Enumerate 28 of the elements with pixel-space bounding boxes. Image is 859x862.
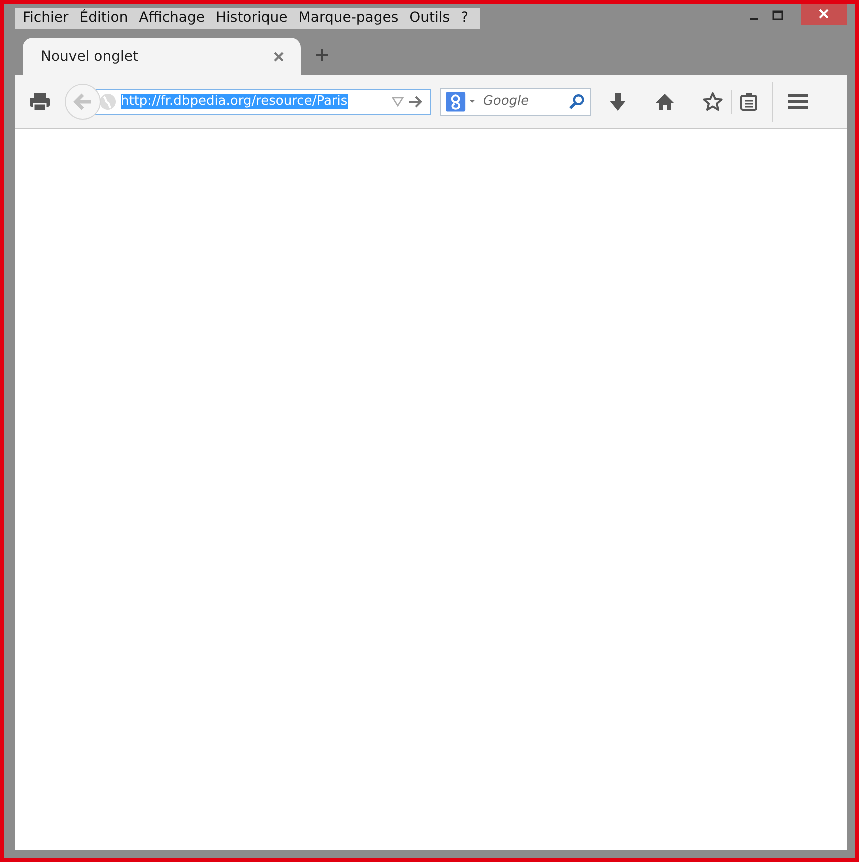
menu-item[interactable]: Marque-pages <box>294 10 406 26</box>
search-engine-icon[interactable] <box>446 92 478 112</box>
search-bar[interactable]: Google <box>440 88 591 116</box>
home-icon[interactable] <box>655 92 675 110</box>
go-arrow-icon[interactable] <box>408 94 424 108</box>
url-text: http://fr.dbpedia.org/resource/Paris <box>121 94 348 109</box>
tab-title: Nouvel onglet <box>41 48 138 64</box>
close-icon[interactable] <box>273 50 285 62</box>
clipboard-icon[interactable] <box>740 92 758 112</box>
globe-icon <box>99 92 117 110</box>
search-icon[interactable] <box>569 94 585 110</box>
download-icon[interactable] <box>609 92 627 112</box>
search-field[interactable]: Google <box>481 93 566 110</box>
menu-icon[interactable] <box>787 92 809 110</box>
menu-item[interactable]: Fichier <box>19 10 76 26</box>
menu-item[interactable]: Affichage <box>135 10 212 26</box>
menu-item[interactable]: Édition <box>76 10 136 26</box>
close-button[interactable] <box>801 4 847 25</box>
close-icon <box>818 8 830 20</box>
menu-item[interactable]: Outils <box>406 10 458 26</box>
back-arrow-icon <box>73 92 93 110</box>
menu-item[interactable]: ? <box>457 10 476 26</box>
star-icon[interactable] <box>703 92 723 112</box>
new-tab-icon[interactable] <box>315 48 329 62</box>
browser-tab[interactable]: Nouvel onglet <box>23 38 301 76</box>
printer-icon[interactable] <box>29 92 51 112</box>
menu-item[interactable]: Historique <box>212 10 295 26</box>
maximize-icon[interactable] <box>771 9 785 23</box>
